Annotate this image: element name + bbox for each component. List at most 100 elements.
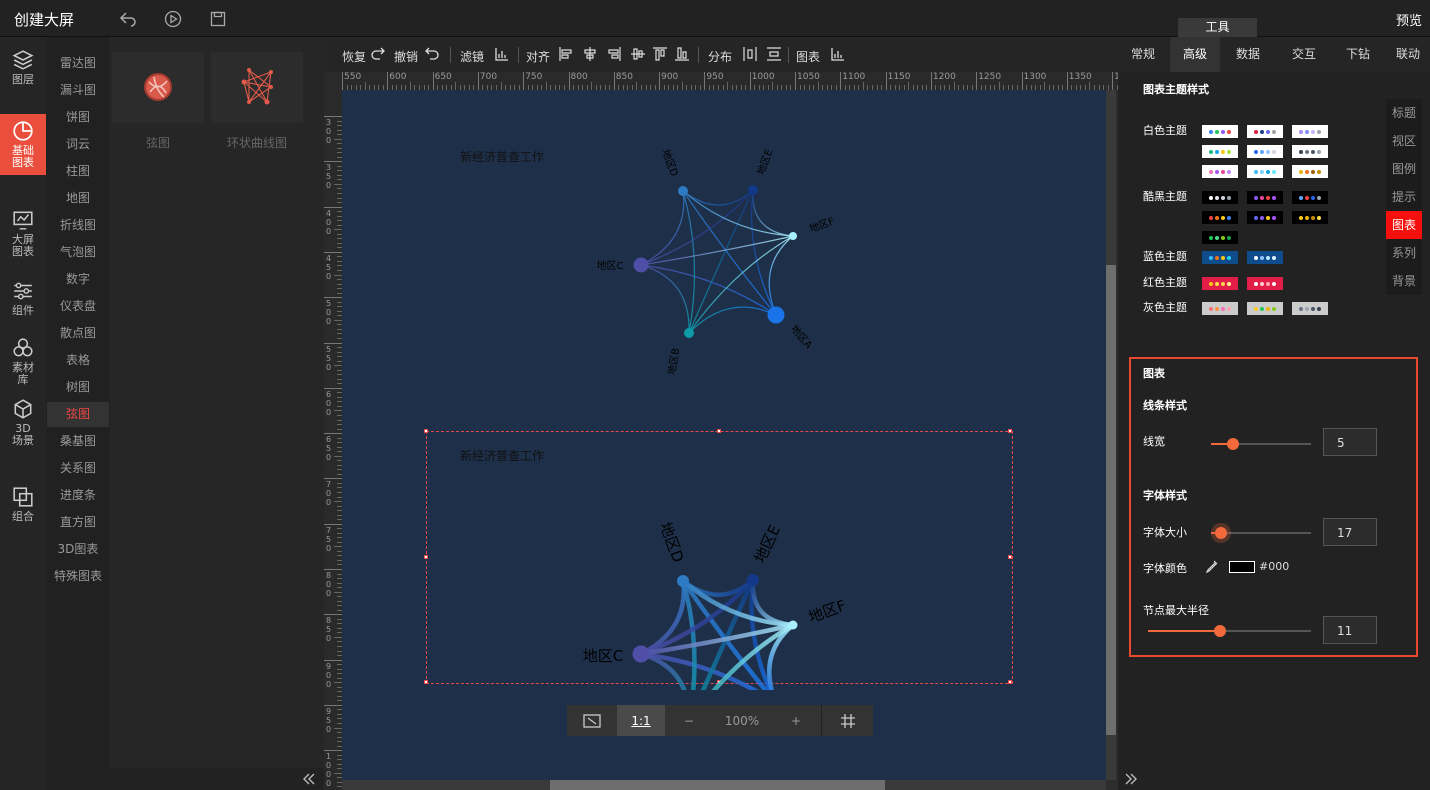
- ratio-1to1-button[interactable]: 1:1: [617, 705, 665, 736]
- undo-arrow-icon[interactable]: [424, 46, 440, 62]
- side-tab-3[interactable]: 提示: [1386, 183, 1422, 211]
- category-item[interactable]: 3D图表: [46, 537, 110, 562]
- chord-node[interactable]: [747, 574, 759, 586]
- theme-swatch[interactable]: [1202, 165, 1238, 178]
- font-size-slider-knob[interactable]: [1215, 527, 1227, 539]
- chord-node[interactable]: [684, 328, 694, 338]
- chord-node[interactable]: [677, 575, 689, 587]
- category-item[interactable]: 进度条: [46, 483, 110, 508]
- category-item[interactable]: 桑基图: [46, 429, 110, 454]
- font-size-input[interactable]: 17: [1323, 518, 1377, 546]
- category-item[interactable]: 特殊图表: [46, 564, 110, 589]
- theme-swatch[interactable]: [1202, 191, 1238, 204]
- nav-combine[interactable]: 组合: [0, 474, 46, 535]
- align-button[interactable]: 对齐: [526, 48, 550, 65]
- chord-chart-top[interactable]: 地区A 地区B 地区C 地区D 地区E 地区F: [342, 90, 1106, 390]
- filter-button[interactable]: 滤镜: [460, 48, 484, 65]
- node-radius-slider-knob[interactable]: [1213, 625, 1226, 637]
- tab-1[interactable]: 高级: [1170, 37, 1220, 72]
- category-item[interactable]: 折线图: [46, 213, 110, 238]
- zoom-in-button[interactable]: +: [771, 705, 821, 736]
- chord-chart-bottom[interactable]: 地区A地区B地区C地区D地区E地区F: [342, 420, 1106, 690]
- theme-swatch[interactable]: [1247, 125, 1283, 138]
- category-item[interactable]: 气泡图: [46, 240, 110, 265]
- distribute-button[interactable]: 分布: [708, 48, 732, 65]
- chord-node[interactable]: [789, 232, 797, 240]
- tab-0[interactable]: 常规: [1118, 37, 1168, 72]
- nav-monitor-chart[interactable]: 大屏 图表: [0, 203, 46, 264]
- side-tab-5[interactable]: 系列: [1386, 239, 1422, 267]
- category-item[interactable]: 树图: [46, 375, 110, 400]
- save-icon[interactable]: [208, 9, 228, 29]
- tool-tab[interactable]: 工具: [1178, 18, 1257, 37]
- nav-layers[interactable]: 图层: [0, 37, 46, 98]
- undo-icon[interactable]: [118, 9, 138, 29]
- align-center-h-icon[interactable]: [582, 46, 598, 62]
- theme-swatch[interactable]: [1202, 277, 1238, 290]
- theme-swatch[interactable]: [1292, 125, 1328, 138]
- category-item[interactable]: 柱图: [46, 159, 110, 184]
- chord-node[interactable]: [632, 645, 650, 663]
- chart-icon[interactable]: [830, 46, 846, 62]
- horizontal-scrollbar[interactable]: [342, 780, 1106, 790]
- theme-swatch[interactable]: [1247, 251, 1283, 264]
- category-item[interactable]: 直方图: [46, 510, 110, 535]
- nav-sliders[interactable]: 组件: [0, 268, 46, 329]
- line-width-slider-knob[interactable]: [1227, 438, 1239, 450]
- theme-swatch[interactable]: [1247, 145, 1283, 158]
- tab-4[interactable]: 下钻: [1332, 37, 1384, 72]
- side-tab-1[interactable]: 视区: [1386, 127, 1422, 155]
- category-item[interactable]: 漏斗图: [46, 78, 110, 103]
- theme-swatch[interactable]: [1247, 302, 1283, 315]
- tab-3[interactable]: 交互: [1278, 37, 1330, 72]
- theme-swatch[interactable]: [1247, 191, 1283, 204]
- chord-chart-thumb[interactable]: [112, 52, 204, 123]
- side-tab-2[interactable]: 图例: [1386, 155, 1422, 183]
- align-bottom-icon[interactable]: [674, 46, 690, 62]
- vertical-scrollbar[interactable]: [1106, 90, 1116, 780]
- chord-node[interactable]: [788, 620, 798, 630]
- category-item[interactable]: 仪表盘: [46, 294, 110, 319]
- redo-icon[interactable]: [370, 46, 386, 62]
- chord-node[interactable]: [678, 186, 688, 196]
- theme-swatch[interactable]: [1247, 211, 1283, 224]
- category-item[interactable]: 雷达图: [46, 51, 110, 76]
- bar-chart-icon[interactable]: [494, 46, 510, 62]
- category-item[interactable]: 数字: [46, 267, 110, 292]
- theme-swatch[interactable]: [1202, 211, 1238, 224]
- side-tab-0[interactable]: 标题: [1386, 99, 1422, 127]
- theme-swatch[interactable]: [1202, 125, 1238, 138]
- theme-swatch[interactable]: [1292, 191, 1328, 204]
- align-right-icon[interactable]: [606, 46, 622, 62]
- zoom-out-button[interactable]: −: [665, 705, 713, 736]
- line-width-input[interactable]: 5: [1323, 428, 1377, 456]
- theme-swatch[interactable]: [1202, 231, 1238, 244]
- eyedropper-icon[interactable]: [1205, 559, 1219, 573]
- align-center-v-icon[interactable]: [630, 46, 646, 62]
- collapse-left-icon[interactable]: [302, 772, 316, 786]
- play-icon[interactable]: [163, 9, 183, 29]
- theme-swatch[interactable]: [1292, 211, 1328, 224]
- category-item[interactable]: 表格: [46, 348, 110, 373]
- side-tab-4[interactable]: 图表: [1386, 211, 1422, 239]
- expand-right-icon[interactable]: [1124, 772, 1138, 786]
- redo-button[interactable]: 恢复: [342, 48, 366, 65]
- chord-node[interactable]: [767, 306, 785, 324]
- distribute-v-icon[interactable]: [766, 46, 782, 62]
- category-item[interactable]: 饼图: [46, 105, 110, 130]
- theme-swatch[interactable]: [1202, 145, 1238, 158]
- preview-button[interactable]: 预览: [1396, 10, 1422, 29]
- category-item[interactable]: 关系图: [46, 456, 110, 481]
- side-tab-6[interactable]: 背景: [1386, 267, 1422, 295]
- theme-swatch[interactable]: [1292, 165, 1328, 178]
- theme-swatch[interactable]: [1247, 277, 1283, 290]
- vertical-scroll-thumb[interactable]: [1106, 265, 1116, 735]
- undo-button[interactable]: 撤销: [394, 48, 418, 65]
- theme-swatch[interactable]: [1292, 302, 1328, 315]
- distribute-h-icon[interactable]: [742, 46, 758, 62]
- chord-node[interactable]: [748, 185, 758, 195]
- ring-curve-chart-thumb[interactable]: [211, 52, 303, 123]
- font-color-swatch[interactable]: [1229, 561, 1255, 573]
- design-stage[interactable]: 新经济普查工作 地区A地区B地区C地区D地区E地区F 新经济普查工作 地区A地区…: [342, 90, 1106, 780]
- chord-node[interactable]: [633, 257, 649, 273]
